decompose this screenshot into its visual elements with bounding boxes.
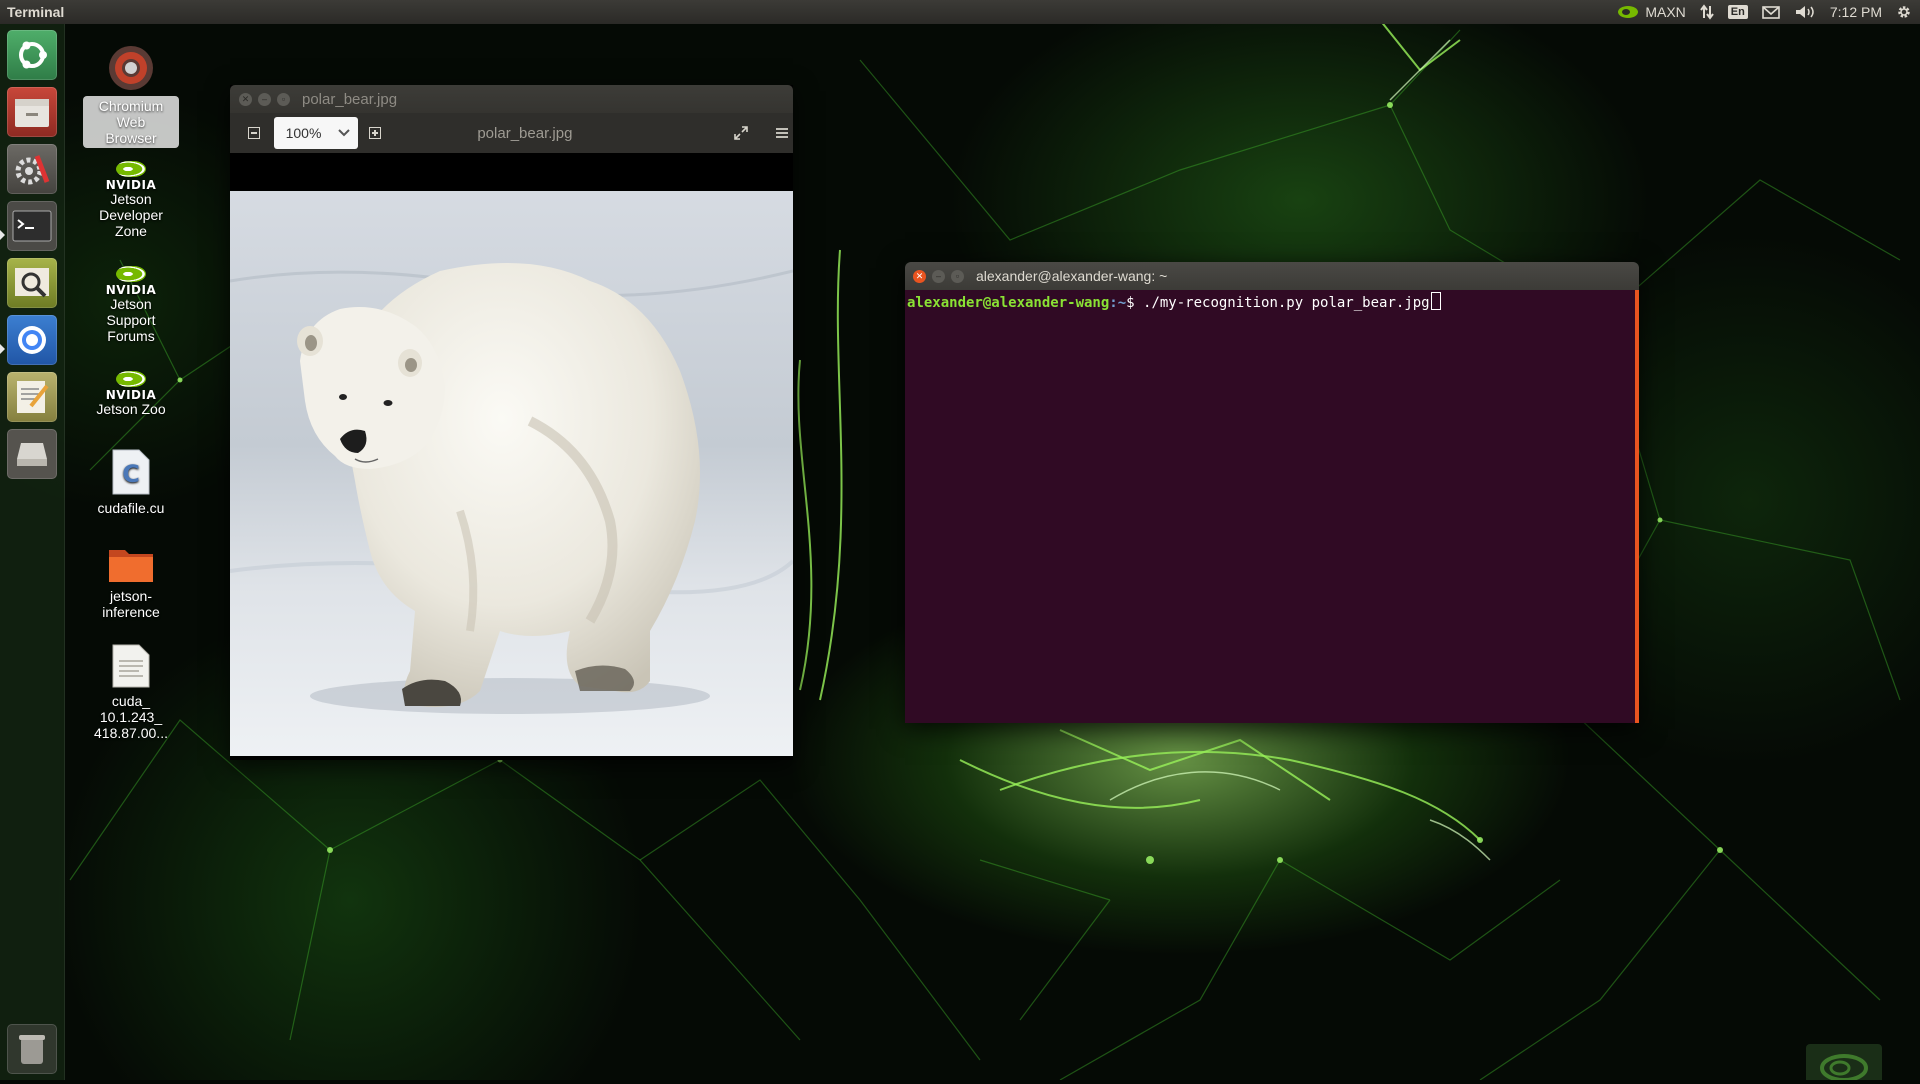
clock[interactable]: 7:12 PM: [1830, 4, 1882, 20]
viewer-window-title: polar_bear.jpg: [302, 90, 398, 108]
terminal-output[interactable]: alexander@alexander-wang:~$ ./my-recogni…: [905, 290, 1639, 723]
viewer-maximize-button[interactable]: ▫: [277, 92, 290, 106]
hamburger-menu-icon: [776, 128, 789, 138]
prompt-path: :~: [1109, 295, 1127, 311]
active-app-title: Terminal: [7, 4, 65, 20]
desktop-icon-chromium[interactable]: Chromium Web Browser: [83, 44, 179, 148]
gear-icon: [1898, 6, 1910, 18]
terminal-command-line: alexander@alexander-wang:~$ ./my-recogni…: [907, 292, 1633, 311]
prompt-symbol: $: [1126, 295, 1135, 311]
launcher-files[interactable]: [7, 87, 57, 137]
launcher-drive[interactable]: [7, 429, 57, 479]
session-menu[interactable]: [1896, 4, 1912, 20]
nvidia-logo-icon: NVIDIA: [103, 161, 159, 192]
files-icon: [15, 99, 49, 127]
messaging-indicator[interactable]: [1762, 5, 1780, 19]
zoom-level-value: 100%: [285, 125, 322, 141]
zoom-out-button[interactable]: [243, 122, 265, 144]
svg-text:C: C: [122, 460, 140, 488]
network-transfer-icon: [1699, 4, 1714, 20]
viewer-titlebar[interactable]: ✕ – ▫ polar_bear.jpg: [230, 85, 793, 113]
zoom-out-icon: [247, 127, 260, 139]
desktop-icon-cuda-package[interactable]: cuda_ 10.1.243_ 418.87.00...: [83, 643, 179, 741]
terminal-window-title: alexander@alexander-wang: ~: [976, 268, 1168, 284]
zoom-in-icon: [369, 127, 382, 139]
zoom-level-select[interactable]: 100%: [273, 117, 359, 149]
desktop-icon-label: jetson-inference: [102, 588, 160, 620]
terminal-minimize-button[interactable]: –: [932, 269, 945, 283]
desktop-icon-label: cudafile.cu: [97, 500, 165, 516]
terminal-close-button[interactable]: ✕: [913, 269, 926, 283]
viewer-toolbar-title: polar_bear.jpg: [477, 124, 573, 142]
system-settings-icon: [15, 155, 50, 185]
desktop-icon-jetson-developer-zone[interactable]: NVIDIA Jetson Developer Zone: [83, 161, 179, 239]
polar-bear-photo: [230, 191, 793, 756]
running-indicator: [0, 230, 5, 240]
dash-home-button[interactable]: [7, 30, 57, 80]
desktop-icon-label: Jetson Zoo: [96, 401, 166, 417]
desktop-icon-jetson-inference-folder[interactable]: jetson-inference: [83, 544, 179, 620]
top-panel: Terminal MAXN En 7:12 PM: [0, 0, 1920, 24]
fullscreen-icon: [733, 126, 748, 140]
desktop-icon-label: Chromium Web Browser: [83, 96, 179, 148]
nvidia-indicator-icon: [1618, 6, 1639, 18]
ubuntu-dash-icon: [19, 41, 47, 69]
launcher-image-viewer[interactable]: [7, 258, 57, 308]
desktop-icon-label: Jetson Developer Zone: [99, 191, 163, 239]
power-mode-indicator[interactable]: MAXN: [1617, 4, 1686, 20]
viewer-minimize-button[interactable]: –: [258, 92, 271, 106]
power-mode-label: MAXN: [1645, 4, 1686, 20]
envelope-icon: [1762, 5, 1780, 19]
chromium-icon: [109, 46, 153, 90]
text-cursor: [1430, 292, 1441, 310]
terminal-maximize-button[interactable]: ▫: [951, 269, 964, 283]
image-viewer-icon: [15, 268, 49, 298]
zoom-in-button[interactable]: [364, 122, 386, 144]
viewer-menu-button[interactable]: [771, 122, 793, 144]
viewer-close-button[interactable]: ✕: [239, 92, 252, 106]
desktop-icon-jetson-support-forums[interactable]: NVIDIA Jetson Support Forums: [83, 266, 179, 344]
running-indicator: [0, 344, 5, 354]
nvidia-logo-icon: NVIDIA: [103, 266, 159, 297]
launcher-terminal[interactable]: [7, 201, 57, 251]
viewer-toolbar: 100% polar_bear.jpg: [230, 113, 793, 153]
desktop-icon-label: Jetson Support Forums: [106, 296, 156, 344]
speaker-volume-icon: [1795, 6, 1814, 18]
terminal-titlebar[interactable]: ✕ – ▫ alexander@alexander-wang: ~: [905, 262, 1639, 290]
launcher: [0, 24, 65, 1080]
nvidia-logo-icon: [1820, 1054, 1868, 1082]
chevron-down-icon: [338, 129, 351, 137]
launcher-system-settings[interactable]: [7, 144, 57, 194]
keyboard-layout-indicator[interactable]: En: [1727, 5, 1748, 19]
trash-icon: [19, 1035, 45, 1064]
launcher-chromium[interactable]: [7, 315, 57, 365]
fullscreen-button[interactable]: [730, 122, 752, 144]
desktop-icon-cudafile[interactable]: C cudafile.cu: [83, 448, 179, 516]
desktop-icon-jetson-zoo[interactable]: NVIDIA Jetson Zoo: [83, 371, 179, 417]
image-canvas[interactable]: [230, 191, 793, 756]
chromium-icon: [18, 326, 46, 354]
prompt-user: alexander@alexander-wang: [907, 295, 1110, 311]
nvidia-logo-icon: NVIDIA: [103, 371, 159, 402]
desktop-icon-label: cuda_ 10.1.243_ 418.87.00...: [94, 693, 168, 741]
nvidia-watermark-logo: [1806, 1044, 1882, 1082]
sound-indicator[interactable]: [1794, 4, 1816, 20]
terminal-icon: [12, 210, 52, 242]
launcher-text-editor[interactable]: [7, 372, 57, 422]
launcher-trash[interactable]: [7, 1024, 57, 1074]
network-indicator[interactable]: [1699, 4, 1714, 20]
document-file-icon: [112, 644, 150, 688]
image-viewer-window: ✕ – ▫ polar_bear.jpg 100% polar_bear.jpg: [230, 85, 793, 760]
terminal-command: ./my-recognition.py polar_bear.jpg: [1134, 295, 1430, 311]
folder-icon: [109, 550, 153, 582]
text-editor-icon: [17, 381, 49, 413]
terminal-window: ✕ – ▫ alexander@alexander-wang: ~ alexan…: [905, 262, 1639, 723]
c-source-file-icon: C: [112, 449, 150, 495]
drive-icon: [17, 443, 47, 466]
indicator-area: MAXN En 7:12 PM: [1617, 4, 1920, 20]
